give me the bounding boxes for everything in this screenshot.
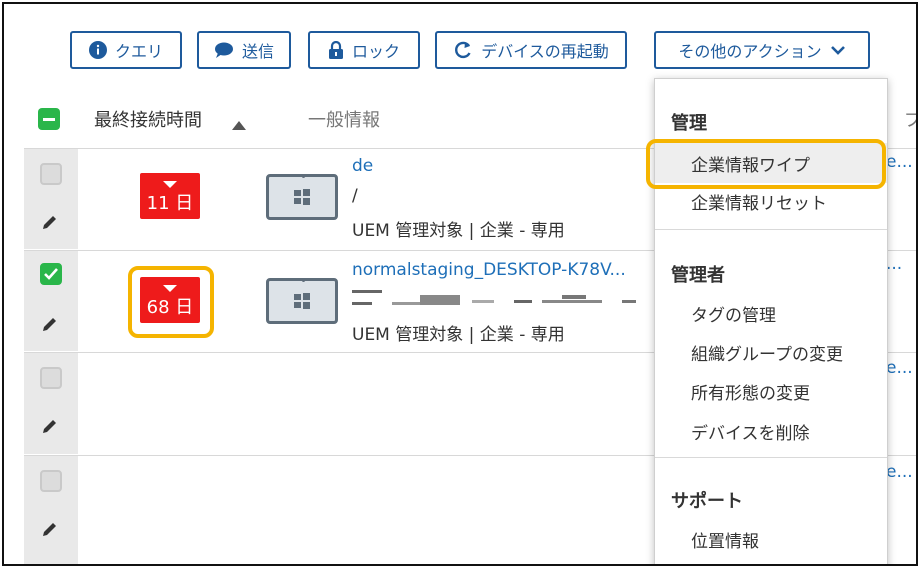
days-since-seen-badge: 68 日 xyxy=(140,277,200,323)
truncated-cell[interactable]: e... xyxy=(886,462,913,482)
more-actions-button[interactable]: その他のアクション xyxy=(654,31,870,69)
pencil-icon[interactable] xyxy=(41,520,59,542)
row-checkbox[interactable] xyxy=(40,470,62,492)
header-general-info[interactable]: 一般情報 xyxy=(308,106,380,132)
chat-bubble-icon xyxy=(214,42,234,58)
row-checkbox[interactable] xyxy=(40,263,62,285)
menu-section-admin: 管理者 xyxy=(671,265,725,286)
chevron-down-icon xyxy=(830,45,846,55)
redacted-subtitle xyxy=(352,290,636,305)
row-checkbox[interactable] xyxy=(40,367,62,389)
truncated-cell[interactable]: e... xyxy=(886,152,913,172)
query-label: クエリ xyxy=(114,42,163,61)
refresh-icon xyxy=(453,40,473,60)
device-subtitle: / xyxy=(352,186,358,206)
select-all-checkbox[interactable] xyxy=(38,108,60,130)
windows-device-icon xyxy=(266,278,338,324)
menu-item-location[interactable]: 位置情報 xyxy=(691,527,759,552)
management-status: UEM 管理対象 | 企業 - 専用 xyxy=(352,325,565,345)
menu-divider xyxy=(655,229,887,230)
pencil-icon[interactable] xyxy=(41,213,59,235)
management-status: UEM 管理対象 | 企業 - 専用 xyxy=(352,221,565,241)
menu-item-delete-device[interactable]: デバイスを削除 xyxy=(691,419,810,444)
row-checkbox[interactable] xyxy=(40,163,62,185)
lock-button[interactable]: ロック xyxy=(308,31,420,69)
down-arrow-icon xyxy=(163,285,177,292)
lock-label: ロック xyxy=(351,42,400,61)
row-controls xyxy=(24,353,78,454)
redacted-region xyxy=(82,357,484,421)
send-label: 送信 xyxy=(241,42,274,61)
days-since-seen-badge: 11 日 xyxy=(140,173,200,219)
menu-item-manage-tags[interactable]: タグの管理 xyxy=(691,301,776,326)
highlight-box xyxy=(646,139,886,189)
row-controls xyxy=(24,456,78,564)
reboot-label: デバイスの再起動 xyxy=(481,42,609,61)
sort-ascending-icon[interactable] xyxy=(232,115,246,134)
menu-section-manage: 管理 xyxy=(671,113,707,134)
send-button[interactable]: 送信 xyxy=(197,31,291,69)
device-name-link[interactable]: de xyxy=(352,156,373,176)
device-name-link[interactable]: normalstaging_DESKTOP-K78V... xyxy=(352,260,626,280)
pencil-icon[interactable] xyxy=(41,315,59,337)
days-label: 11 日 xyxy=(146,193,194,214)
windows-device-icon xyxy=(266,174,338,220)
reboot-button[interactable]: デバイスの再起動 xyxy=(435,31,627,69)
down-arrow-icon xyxy=(163,181,177,188)
header-partial-column: プ xyxy=(904,106,916,132)
menu-item-enterprise-reset[interactable]: 企業情報リセット xyxy=(691,189,827,214)
menu-divider xyxy=(655,457,887,458)
row-controls xyxy=(24,149,78,249)
pencil-icon[interactable] xyxy=(41,417,59,439)
header-last-seen[interactable]: 最終接続時間 xyxy=(94,106,202,132)
more-actions-label: その他のアクション xyxy=(678,42,822,61)
query-button[interactable]: クエリ xyxy=(70,31,182,69)
lock-icon xyxy=(328,41,344,59)
screenshot-frame: クエリ 送信 ロック デバイスの再起動 その他のアクション 最終接続時間 一般情… xyxy=(2,2,918,566)
menu-item-change-ownership[interactable]: 所有形態の変更 xyxy=(691,379,810,404)
truncated-cell[interactable]: e... xyxy=(886,358,913,378)
days-label: 68 日 xyxy=(146,297,194,318)
truncated-cell[interactable]: ... xyxy=(886,254,902,274)
row-controls xyxy=(24,251,78,351)
info-icon xyxy=(88,41,107,59)
menu-item-change-org-group[interactable]: 組織グループの変更 xyxy=(691,340,843,365)
menu-section-support: サポート xyxy=(671,491,743,512)
